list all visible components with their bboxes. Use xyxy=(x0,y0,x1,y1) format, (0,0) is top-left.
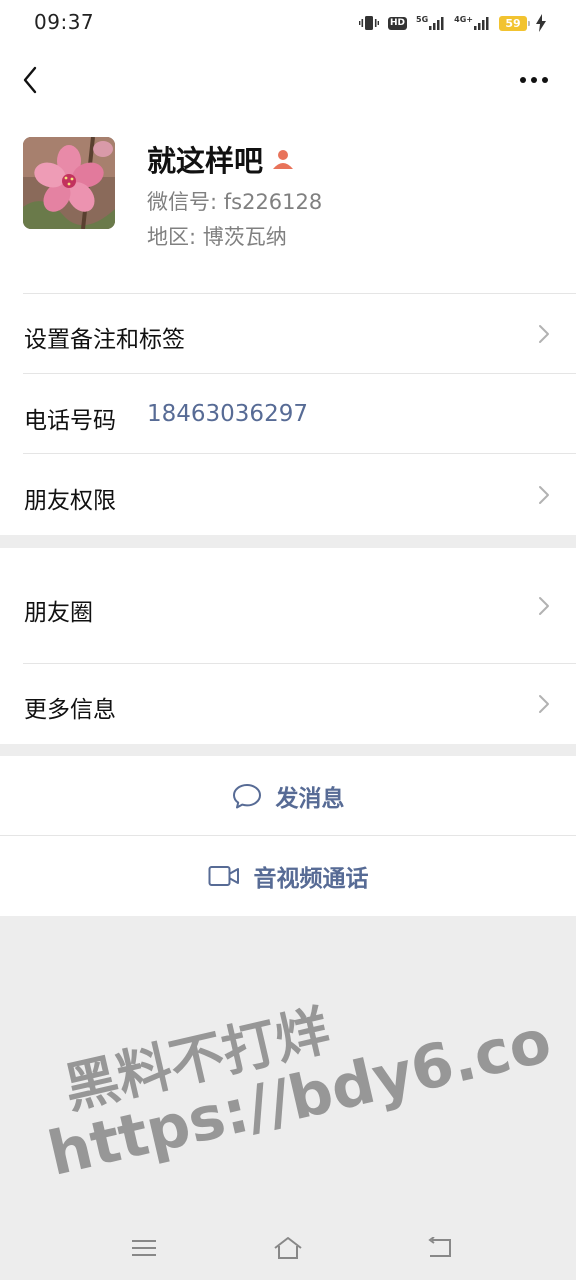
net-label-4g: 4G+ xyxy=(454,15,473,24)
profile-header: 就这样吧 微信号: fs226128 地区: 博茨瓦纳 xyxy=(0,116,576,294)
signal-bars-icon xyxy=(474,17,489,30)
send-message-label: 发消息 xyxy=(275,786,345,812)
video-call-button[interactable]: 音视频通话 xyxy=(0,836,576,916)
video-camera-icon xyxy=(208,866,239,886)
row-remark[interactable]: 设置备注和标签 xyxy=(0,293,576,374)
person-icon xyxy=(273,150,294,169)
signal-bars-icon xyxy=(429,17,444,30)
more-dots-icon xyxy=(520,77,548,83)
chevron-right-icon xyxy=(539,325,549,343)
wechat-id: 微信号: fs226128 xyxy=(147,190,323,214)
row-more-info-label: 更多信息 xyxy=(24,697,116,723)
chevron-right-icon xyxy=(539,695,549,713)
menu-icon xyxy=(132,1240,156,1256)
row-phone-label: 电话号码 xyxy=(24,408,116,434)
status-icons: HD 5G 4G+ 59 xyxy=(359,12,546,34)
moments-group: 朋友圈 更多信息 xyxy=(0,548,576,744)
signal-4g: 4G+ xyxy=(454,16,490,30)
hd-badge: HD xyxy=(388,16,408,30)
chevron-right-icon xyxy=(539,486,549,504)
watermark-line1: 黑料不打烊 xyxy=(58,998,336,1121)
home-icon xyxy=(274,1237,302,1259)
row-phone: 电话号码 18463036297 xyxy=(0,374,576,454)
chat-bubble-icon xyxy=(232,784,261,809)
net-label-5g: 5G xyxy=(416,15,429,24)
back-button[interactable] xyxy=(14,60,46,100)
signal-5g: 5G xyxy=(416,16,445,30)
actions-group: 发消息 音视频通话 xyxy=(0,756,576,916)
row-moments[interactable]: 朋友圈 xyxy=(0,548,576,664)
row-permissions[interactable]: 朋友权限 xyxy=(0,454,576,535)
status-bar: 09:37 HD 5G 4G+ 59 xyxy=(0,0,576,48)
chevron-right-icon xyxy=(539,597,549,615)
row-moments-label: 朋友圈 xyxy=(24,600,93,626)
status-time: 09:37 xyxy=(34,10,95,34)
nav-bar xyxy=(0,48,576,116)
row-more-info[interactable]: 更多信息 xyxy=(0,664,576,744)
info-group: 设置备注和标签 电话号码 18463036297 朋友权限 xyxy=(0,293,576,535)
home-button[interactable] xyxy=(268,1228,308,1268)
chevron-left-icon xyxy=(23,66,37,94)
back-nav-button[interactable] xyxy=(420,1228,460,1268)
contact-name: 就这样吧 xyxy=(147,144,264,178)
send-message-button[interactable]: 发消息 xyxy=(0,756,576,836)
video-call-label: 音视频通话 xyxy=(253,866,369,892)
more-button[interactable] xyxy=(514,60,554,100)
system-nav-bar xyxy=(0,1220,576,1280)
menu-button[interactable] xyxy=(124,1228,164,1268)
watermark: 黑料不打烊 https://bdy6.co xyxy=(30,955,558,1190)
row-permissions-label: 朋友权限 xyxy=(24,488,116,514)
name-row: 就这样吧 xyxy=(147,138,295,180)
battery-icon: 59 xyxy=(499,15,530,31)
charging-bolt-icon xyxy=(536,14,546,32)
avatar[interactable] xyxy=(23,137,115,229)
watermark-line2: https://bdy6.co xyxy=(41,1005,558,1190)
row-remark-label: 设置备注和标签 xyxy=(24,327,185,353)
region: 地区: 博茨瓦纳 xyxy=(147,225,287,249)
vibrate-icon xyxy=(359,15,379,31)
phone-number-link[interactable]: 18463036297 xyxy=(147,401,308,427)
return-icon xyxy=(428,1237,451,1257)
